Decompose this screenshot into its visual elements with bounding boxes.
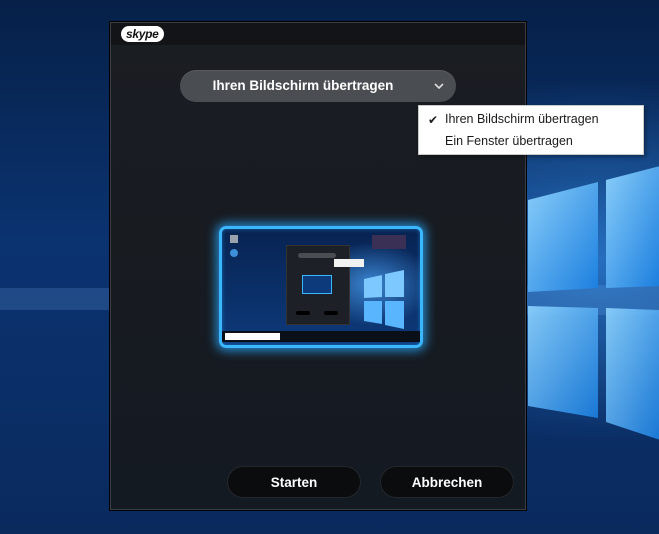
mini-windows-logo-icon: [364, 270, 404, 329]
cancel-button[interactable]: Abbrechen: [380, 466, 514, 498]
light-beam: [0, 288, 120, 310]
check-icon: ✔: [428, 113, 439, 127]
mini-taskbar-search: [225, 333, 280, 340]
mini-preview: [302, 275, 332, 294]
mini-desktop-icon: [230, 235, 238, 243]
windows-logo-icon: [528, 166, 659, 440]
mini-dropdown: [334, 259, 364, 267]
mini-notification: [372, 235, 406, 249]
share-mode-dropdown-menu: ✔ Ihren Bildschirm übertragen Ein Fenste…: [418, 105, 644, 155]
skype-share-screen-dialog: skype Ihren Bildschirm übertragen Starte…: [110, 22, 526, 510]
mini-button: [324, 311, 338, 315]
chevron-down-icon: [434, 83, 444, 90]
menu-item-share-window[interactable]: Ein Fenster übertragen: [419, 130, 643, 152]
title-bar: skype: [111, 23, 525, 45]
mini-button: [296, 311, 310, 315]
share-mode-selected-label: Ihren Bildschirm übertragen: [212, 78, 394, 93]
screen-preview-thumbnail[interactable]: [219, 226, 423, 348]
menu-item-share-screen[interactable]: ✔ Ihren Bildschirm übertragen: [419, 108, 643, 130]
mini-taskbar: [222, 331, 420, 342]
mini-desktop-icon: [230, 249, 238, 257]
mini-select: [298, 253, 336, 258]
skype-logo: skype: [121, 26, 164, 42]
menu-item-label: Ein Fenster übertragen: [445, 134, 573, 148]
share-mode-select[interactable]: Ihren Bildschirm übertragen: [180, 70, 456, 102]
menu-item-label: Ihren Bildschirm übertragen: [445, 112, 599, 126]
start-button[interactable]: Starten: [227, 466, 361, 498]
